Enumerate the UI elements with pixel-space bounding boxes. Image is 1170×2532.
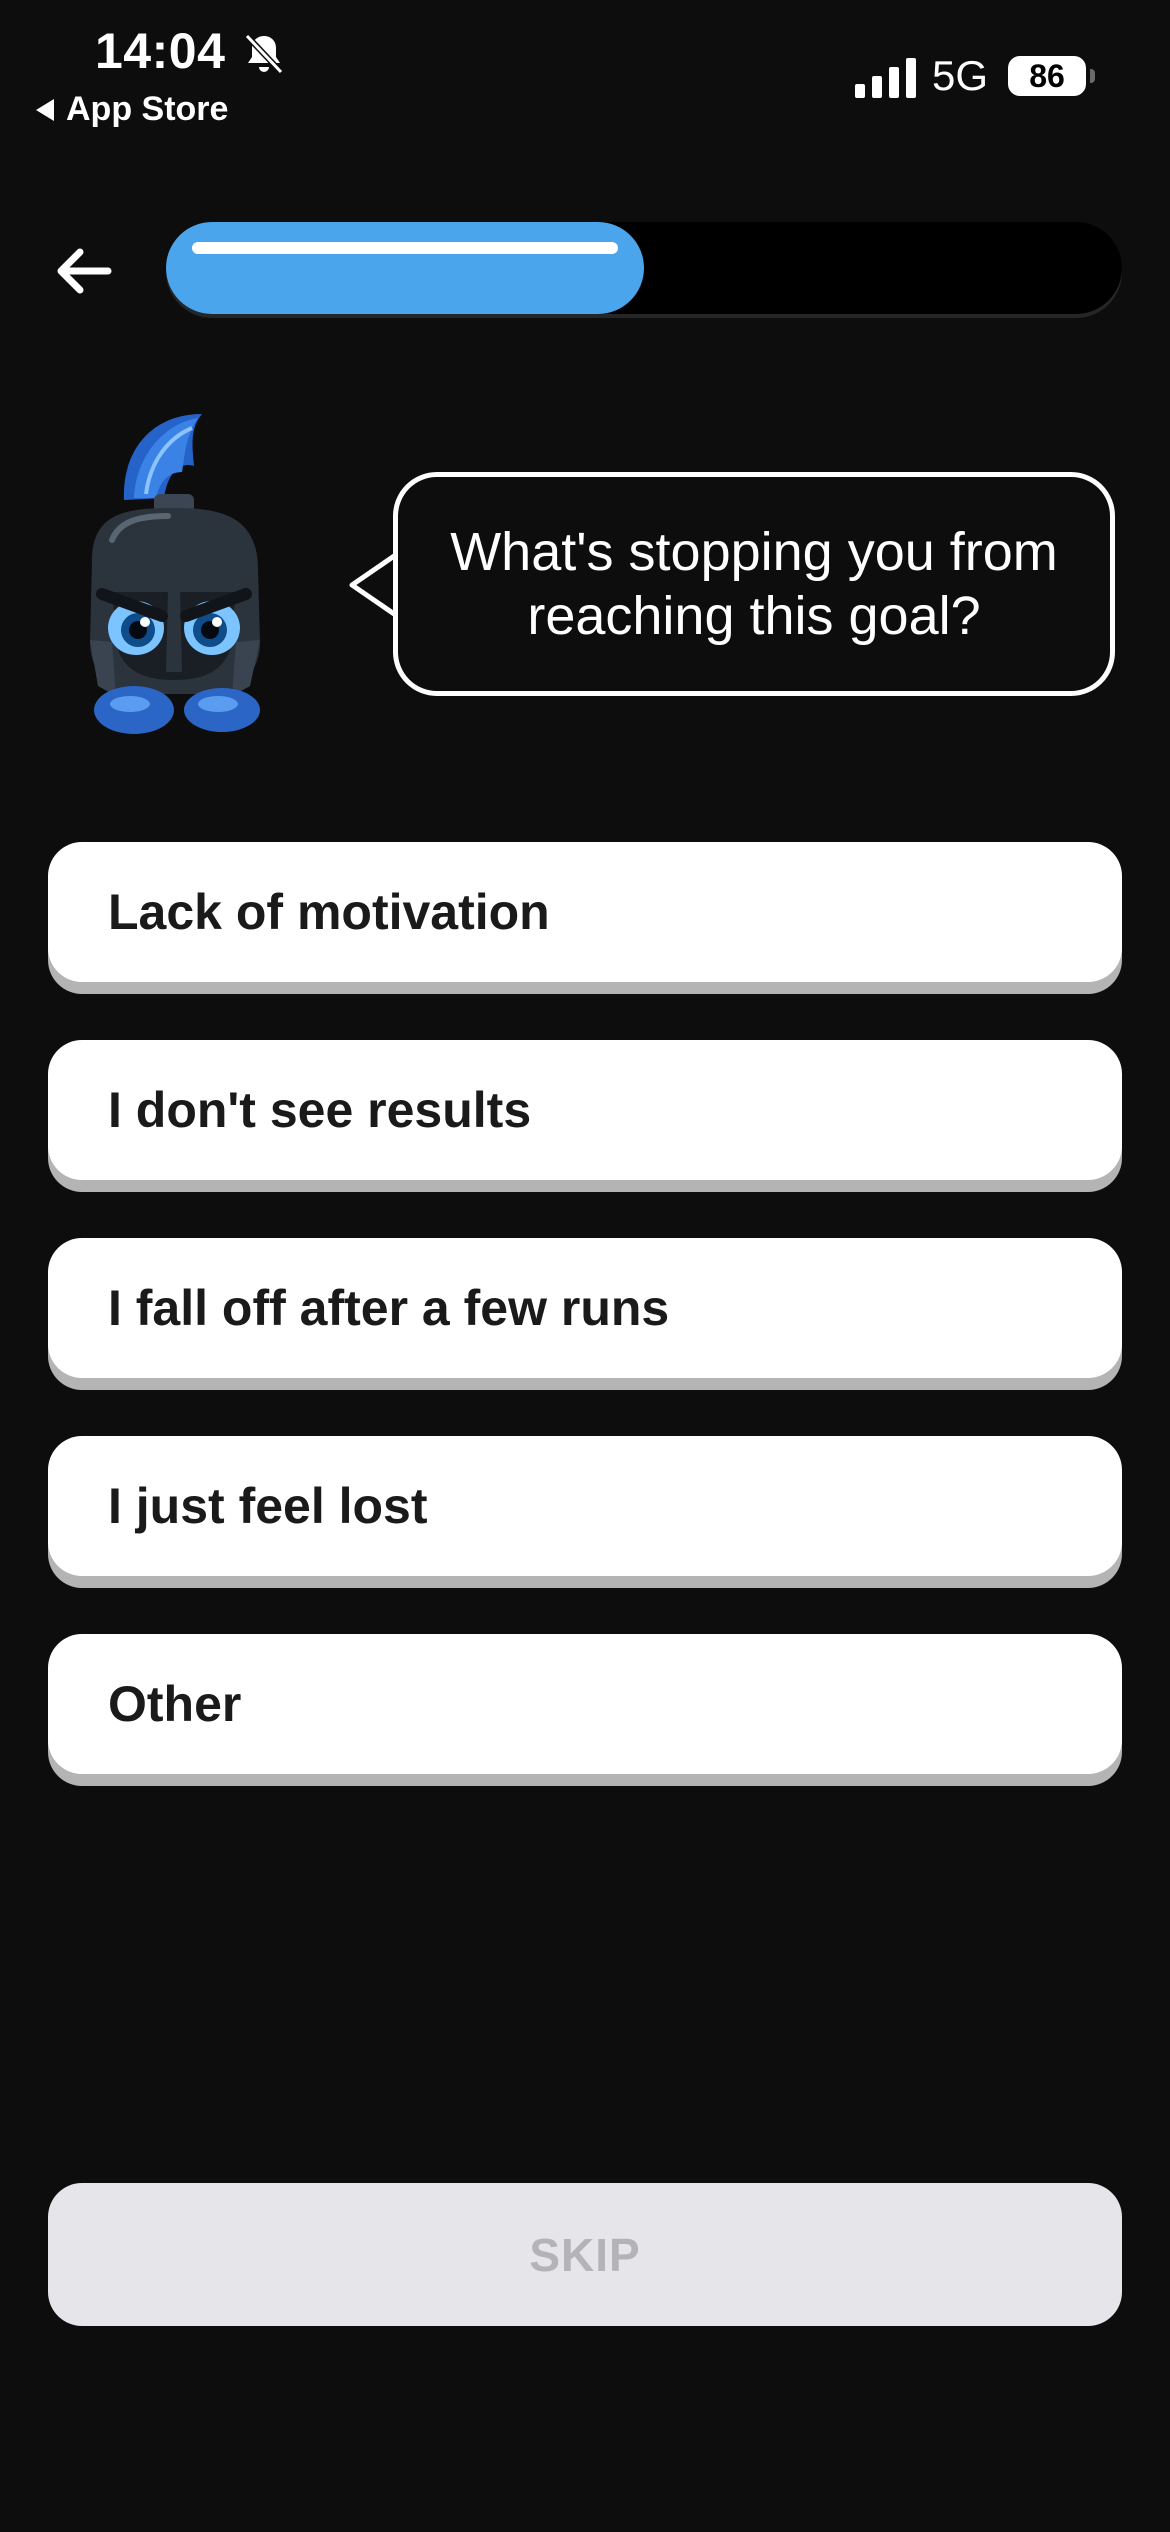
option-lack-of-motivation[interactable]: Lack of motivation (48, 842, 1122, 982)
progress-highlight (192, 242, 618, 254)
battery-level: 86 (1008, 56, 1086, 96)
battery-tip (1090, 69, 1095, 83)
network-type: 5G (932, 52, 989, 99)
option-fall-off[interactable]: I fall off after a few runs (48, 1238, 1122, 1378)
signal-bars-icon (855, 58, 916, 98)
option-other[interactable]: Other (48, 1634, 1122, 1774)
option-label: Other (108, 1676, 242, 1732)
option-feel-lost[interactable]: I just feel lost (48, 1436, 1122, 1576)
back-to-app-store[interactable]: App Store (36, 90, 228, 129)
speech-bubble: What's stopping you from reaching this g… (393, 472, 1115, 696)
back-triangle-icon (36, 98, 54, 121)
question-text: What's stopping you from reaching this g… (450, 522, 1058, 646)
arrow-left-icon[interactable] (50, 238, 116, 304)
option-label: I don't see results (108, 1082, 532, 1138)
answer-options: Lack of motivation I don't see results I… (48, 842, 1122, 1832)
spartan-helmet-mascot (90, 414, 260, 734)
option-label: I just feel lost (108, 1478, 428, 1534)
option-label: I fall off after a few runs (108, 1280, 670, 1336)
progress-fill (166, 222, 644, 314)
option-label: Lack of motivation (108, 884, 550, 940)
option-no-results[interactable]: I don't see results (48, 1040, 1122, 1180)
bell-slash-icon (244, 33, 284, 75)
back-to-app-label: App Store (66, 90, 229, 128)
battery-icon: 86 (1008, 56, 1095, 96)
status-time: 14:04 (95, 23, 226, 79)
skip-label: SKIP (529, 2228, 641, 2281)
progress-bar (166, 222, 1122, 314)
skip-button[interactable]: SKIP (48, 2183, 1122, 2326)
